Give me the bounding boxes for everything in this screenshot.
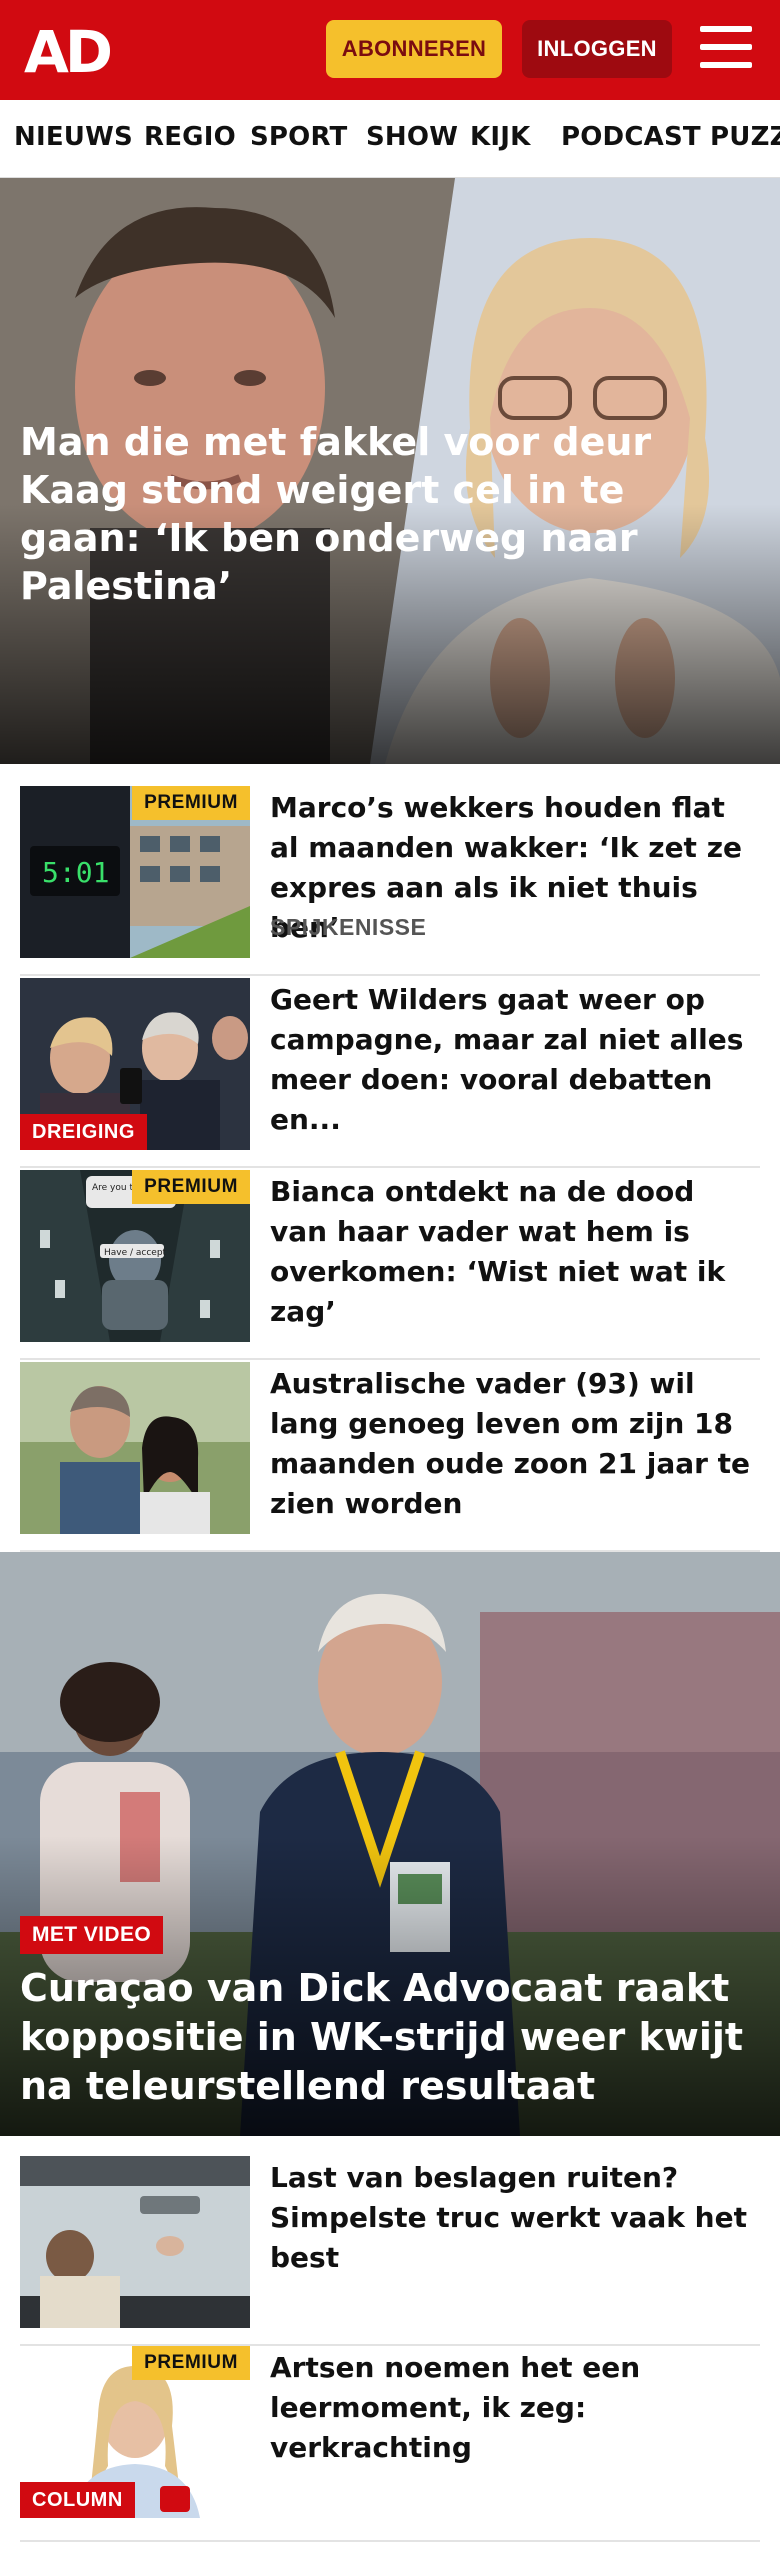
article-thumbnail: DREIGING [20, 978, 250, 1150]
nav-item-regio[interactable]: REGIO [144, 122, 236, 152]
article-title[interactable]: Australische vader (93) wil lang genoeg … [270, 1364, 760, 1524]
login-button[interactable]: INLOGGEN [522, 20, 672, 78]
list-item[interactable]: PREMIUM COLUMN Artsen noemen het een lee… [20, 2346, 760, 2542]
article-location: SPIJKENISSE [270, 914, 427, 940]
section-nav: NIEUWS REGIO SPORT SHOW KIJK PODCAST PUZ… [0, 100, 780, 178]
svg-text:AD: AD [24, 18, 111, 80]
site-header: AD ABONNEREN INLOGGEN [0, 0, 780, 100]
ad-logo[interactable]: AD [24, 18, 116, 86]
article-title[interactable]: Bianca ontdekt na de dood van haar vader… [270, 1172, 760, 1332]
hamburger-menu-icon[interactable] [700, 24, 752, 70]
article-title[interactable]: Geert Wilders gaat weer op campagne, maa… [270, 980, 760, 1140]
list-item[interactable]: DREIGING Geert Wilders gaat weer op camp… [20, 978, 760, 1168]
dreiging-badge: DREIGING [20, 1114, 147, 1150]
article-thumbnail: Are you there friend? Have / accept PREM… [20, 1170, 250, 1342]
list-item[interactable]: Last van beslagen ruiten? Simpelste truc… [20, 2156, 760, 2346]
list-item[interactable]: Australische vader (93) wil lang genoeg … [20, 1362, 760, 1552]
article-thumbnail [20, 1362, 250, 1534]
nav-item-puzzel[interactable]: PUZZ [710, 122, 780, 152]
video-badge: MET VIDEO [20, 1916, 164, 1954]
nav-item-nieuws[interactable]: NIEUWS [14, 122, 133, 152]
list-item[interactable]: 5:01 PREMIUM Marco’s wekkers houden flat… [20, 786, 760, 976]
subscribe-button[interactable]: ABONNEREN [326, 20, 502, 78]
svg-text:Have / accept: Have / accept [104, 1248, 167, 1258]
premium-badge: PREMIUM [132, 786, 250, 820]
svg-text:5:01: 5:01 [42, 856, 109, 889]
nav-item-show[interactable]: SHOW [366, 122, 458, 152]
comment-bubble-icon [160, 2486, 190, 2512]
list-item[interactable]: Are you there friend? Have / accept PREM… [20, 1170, 760, 1360]
nav-item-kijk[interactable]: KIJK [470, 122, 530, 152]
nav-item-podcast[interactable]: PODCAST [561, 122, 701, 152]
article-thumbnail [20, 2156, 250, 2328]
premium-badge: PREMIUM [132, 2346, 250, 2380]
article-thumbnail: PREMIUM COLUMN [20, 2346, 250, 2518]
article-title[interactable]: Last van beslagen ruiten? Simpelste truc… [270, 2158, 760, 2278]
premium-badge: PREMIUM [132, 1170, 250, 1204]
hero2-title[interactable]: Curaçao van Dick Advocaat raakt kopposit… [20, 1964, 760, 2111]
article-thumbnail: 5:01 PREMIUM [20, 786, 250, 958]
column-badge: COLUMN [20, 2482, 135, 2518]
nav-item-sport[interactable]: SPORT [250, 122, 347, 152]
article-title[interactable]: Artsen noemen het een leermoment, ik zeg… [270, 2348, 760, 2468]
hero-title[interactable]: Man die met fakkel voor deur Kaag stond … [20, 418, 750, 610]
